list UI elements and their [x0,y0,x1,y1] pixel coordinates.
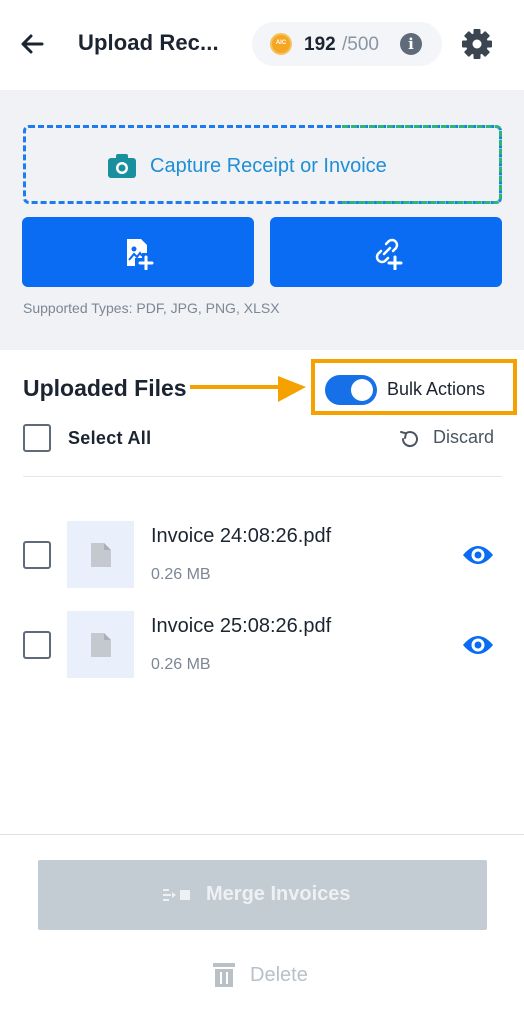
delete-button[interactable]: Delete [212,960,332,990]
upload-section: Capture Receipt or Invoice Supported Typ… [0,90,524,350]
bulk-actions-highlight: Bulk Actions [311,359,517,415]
bulk-actions-label: Bulk Actions [387,379,486,399]
select-all-checkbox[interactable] [23,424,51,452]
merge-icon [163,889,190,901]
coin-icon: AIC [270,33,292,55]
credits-used: 192 [304,34,336,55]
eye-icon[interactable] [462,543,494,567]
camera-icon [108,154,136,178]
file-thumbnail [67,521,134,588]
credits-total: /500 [342,34,379,55]
select-all-label[interactable]: Select All [68,428,151,449]
footer-divider [0,834,524,835]
uploaded-files-heading: Uploaded Files [23,375,187,401]
coin-label: AIC [275,40,287,46]
trash-icon [213,963,235,987]
delete-label: Delete [250,964,308,986]
document-icon [91,543,111,567]
eye-icon[interactable] [462,633,494,657]
info-icon[interactable]: i [400,33,422,55]
discard-button[interactable]: Discard [398,424,508,452]
file-size: 0.26 MB [151,656,211,673]
capture-receipt-button[interactable]: Capture Receipt or Invoice [23,125,502,204]
merge-invoices-label: Merge Invoices [206,883,351,905]
annotation-arrow-icon [190,376,306,402]
file-thumbnail [67,611,134,678]
page-title: Upload Rec... [78,30,219,55]
app-header: Upload Rec... AIC 192 /500 i [0,0,524,90]
file-checkbox[interactable] [23,631,51,659]
merge-invoices-button[interactable]: Merge Invoices [38,860,487,930]
list-item: Invoice 24:08:26.pdf 0.26 MB [0,521,524,589]
bulk-actions-toggle[interactable] [325,375,377,405]
toggle-knob [351,379,373,401]
gear-icon[interactable] [460,27,494,61]
list-item: Invoice 25:08:26.pdf 0.26 MB [0,611,524,679]
document-icon [91,633,111,657]
upload-image-button[interactable] [22,217,254,287]
list-divider [23,476,502,477]
file-name[interactable]: Invoice 24:08:26.pdf [151,525,331,548]
capture-label: Capture Receipt or Invoice [150,155,387,177]
credits-badge[interactable]: AIC 192 /500 i [252,22,442,66]
add-link-icon [375,238,403,270]
file-name[interactable]: Invoice 25:08:26.pdf [151,615,331,638]
file-size: 0.26 MB [151,566,211,583]
upload-link-button[interactable] [270,217,502,287]
undo-icon [400,431,418,448]
add-image-icon [127,239,154,270]
file-checkbox[interactable] [23,541,51,569]
supported-types-text: Supported Types: PDF, JPG, PNG, XLSX [23,300,280,316]
back-arrow-icon[interactable] [16,28,48,60]
discard-label: Discard [433,427,495,447]
